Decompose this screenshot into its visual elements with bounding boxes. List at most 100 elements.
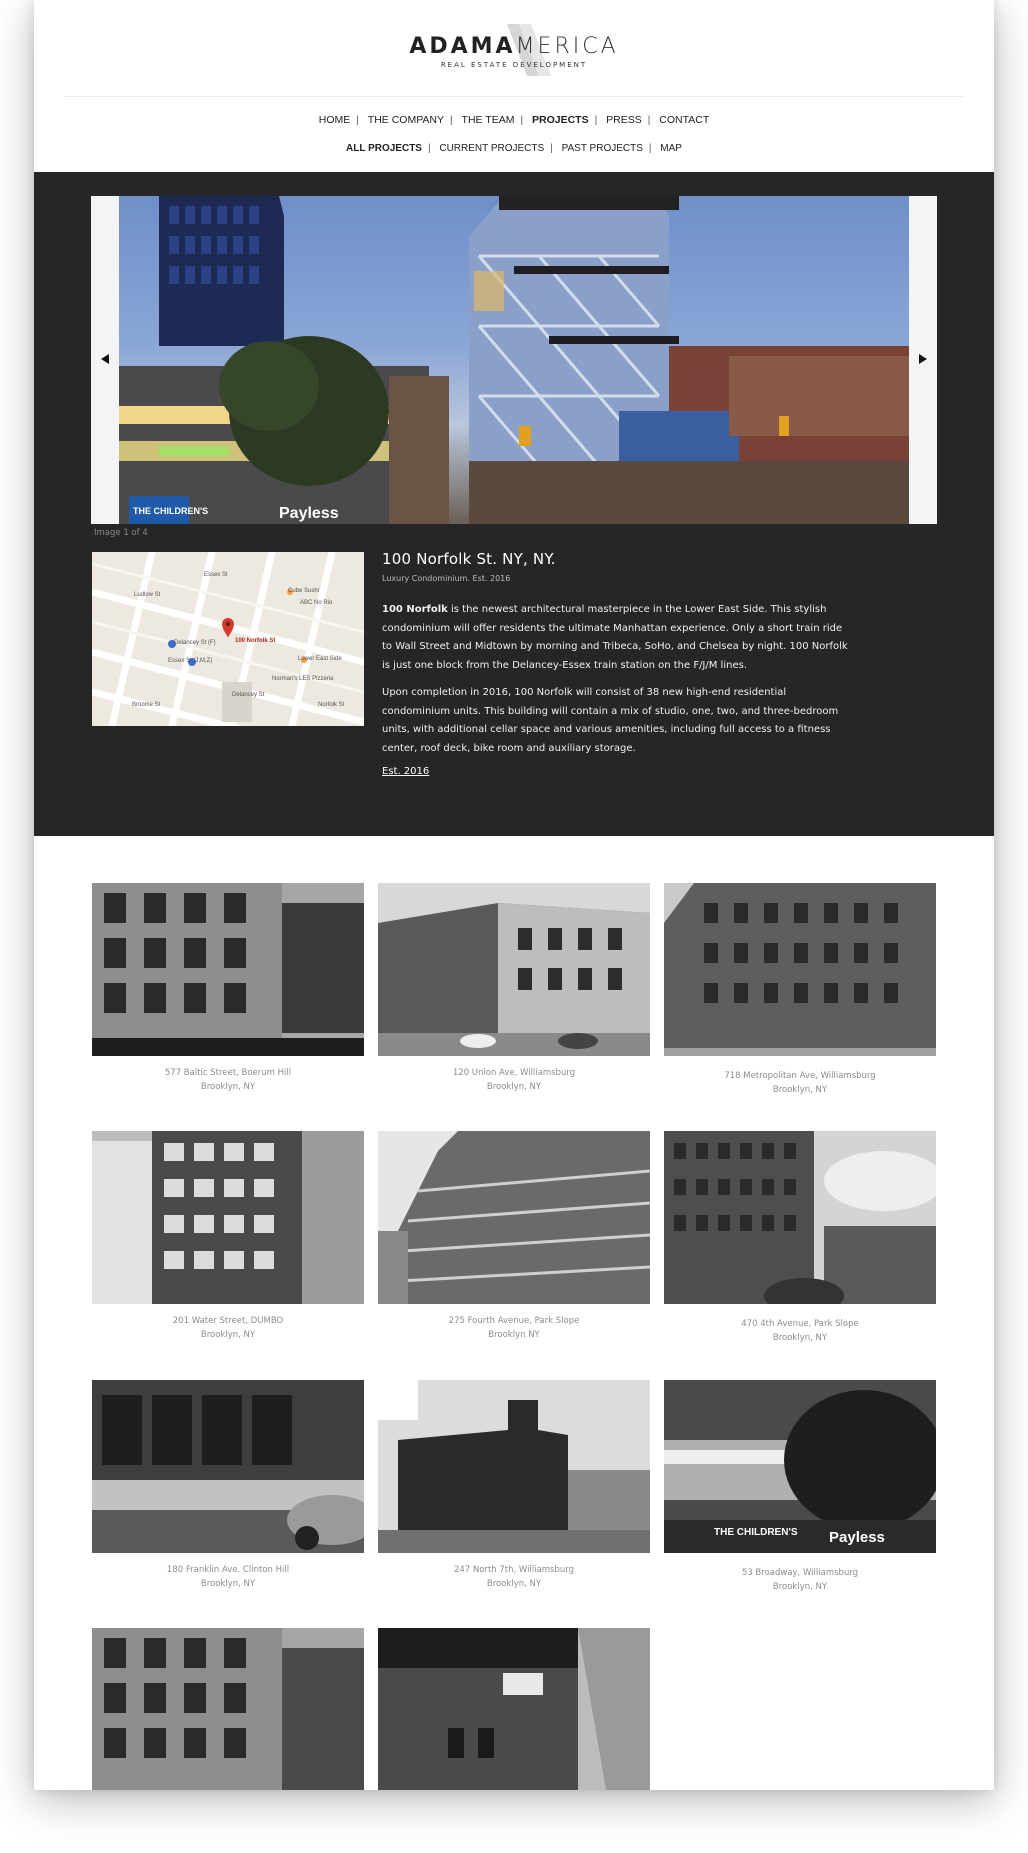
map-label: Cube Sushi — [288, 588, 320, 594]
project-card[interactable]: 470 4th Avenue, Park Slope Brooklyn, NY — [664, 1131, 936, 1345]
project-card[interactable]: 120 Union Ave, Williamsburg Brooklyn, NY — [378, 883, 650, 1094]
project-caption: 201 Water Street, DUMBO Brooklyn, NY — [172, 1316, 284, 1340]
site-logo[interactable]: ADAMAMERICA REAL ESTATE DEVELOPMENT — [34, 24, 994, 84]
thumb-image — [664, 883, 936, 1056]
slider-caption: Image 1 of 4 — [94, 528, 148, 538]
map-label: Broome St — [132, 702, 161, 708]
sub-nav: ALL PROJECTS | CURRENT PROJECTS | PAST PRO… — [34, 143, 994, 154]
project-card[interactable]: 718 Metropolitan Ave, Williamsburg Brookl… — [664, 883, 936, 1097]
project-description-2: Upon completion in 2016, 100 Norfolk wil… — [382, 687, 839, 754]
map-pin-label: 100 Norfolk St — [235, 638, 276, 644]
page-frame: ADAMAMERICA REAL ESTATE DEVELOPMENT HOME… — [34, 0, 994, 1790]
project-thumbnail — [92, 1380, 364, 1553]
map-label: Essex St — [204, 572, 228, 578]
nav-the-company[interactable]: THE COMPANY — [362, 114, 450, 126]
project-thumbnail — [664, 1131, 936, 1304]
slider-next-button[interactable] — [909, 196, 937, 524]
slider-prev-button[interactable] — [91, 196, 119, 524]
project-thumbnail — [92, 1131, 364, 1304]
nav-separator: | — [550, 143, 553, 154]
nav-separator: | — [427, 143, 431, 154]
triangle-left-icon — [101, 354, 109, 364]
logo-wordmark: ADAMAMERICA — [409, 34, 619, 59]
thumb-image — [92, 1131, 364, 1304]
map-label: Delancey St — [232, 692, 265, 698]
project-info: 100 Norfolk St. NY, NY. Luxury Condomini… — [382, 550, 852, 778]
svg-text:THE CHILDREN'S: THE CHILDREN'S — [714, 1527, 798, 1538]
project-thumbnail — [378, 1131, 650, 1304]
map-label: Delancey St (F) — [174, 640, 216, 646]
map-label: Norfolk St — [318, 702, 345, 708]
thumb-image — [92, 1628, 364, 1790]
map-label: Lower East Side — [298, 656, 342, 662]
nav-separator: | — [520, 115, 524, 126]
map-label: Ludlow St — [134, 592, 161, 598]
project-card[interactable] — [92, 1628, 364, 1790]
thumb-image — [378, 1131, 650, 1304]
project-card[interactable]: 247 North 7th, Williamsburg Brooklyn, NY — [378, 1380, 650, 1591]
project-caption: 247 North 7th, Williamsburg Brooklyn, NY — [453, 1565, 575, 1589]
nav-contact[interactable]: CONTACT — [653, 114, 715, 126]
map-label: ABC No Rio — [300, 600, 333, 606]
project-caption: 275 Fourth Avenue, Park Slope Brooklyn NY — [448, 1316, 580, 1340]
map-streets — [92, 552, 364, 726]
triangle-right-icon — [919, 354, 927, 364]
location-map[interactable]: 100 Norfolk St Delancey St (F) Essex St … — [92, 552, 364, 726]
project-caption: 718 Metropolitan Ave, Williamsburg Brookl… — [724, 1071, 876, 1095]
thumb-image — [378, 1380, 650, 1553]
project-thumbnail — [378, 1380, 650, 1553]
project-card[interactable]: 275 Fourth Avenue, Park Slope Brooklyn NY — [378, 1131, 650, 1342]
project-caption: 470 4th Avenue, Park Slope Brooklyn, NY — [741, 1319, 859, 1343]
thumb-image — [378, 1628, 650, 1790]
project-caption: 120 Union Ave, Williamsburg Brooklyn, NY — [452, 1068, 576, 1092]
slide-photo: THE CHILDREN'S Payless — [119, 196, 909, 524]
main-nav: HOME | THE COMPANY | THE TEAM | PROJECTS | P… — [34, 114, 994, 126]
thumb-image — [378, 883, 650, 1056]
project-caption: 53 Broadway, Williamsburg Brooklyn, NY — [741, 1568, 859, 1592]
nav-separator: | — [356, 115, 359, 126]
subnav-all-projects[interactable]: ALL PROJECTS — [340, 143, 428, 154]
header-divider — [64, 96, 964, 97]
subnav-map[interactable]: MAP — [654, 143, 688, 154]
thumb-image: THE CHILDREN'S Payless — [664, 1380, 936, 1553]
thumb-image — [664, 1131, 936, 1304]
nav-projects[interactable]: PROJECTS — [526, 114, 595, 126]
svg-text:Payless: Payless — [279, 505, 339, 522]
nav-separator: | — [648, 143, 652, 154]
thumb-image — [92, 883, 364, 1056]
subnav-past-projects[interactable]: PAST PROJECTS — [556, 143, 649, 154]
nav-separator: | — [450, 115, 453, 126]
project-card[interactable] — [378, 1628, 650, 1790]
nav-separator: | — [594, 115, 598, 126]
project-card[interactable]: 180 Franklin Ave. Clinton Hill Brooklyn, … — [92, 1380, 364, 1591]
project-card[interactable]: 201 Water Street, DUMBO Brooklyn, NY — [92, 1131, 364, 1342]
project-thumbnail — [92, 1628, 364, 1790]
building-photo-illustration: THE CHILDREN'S Payless — [119, 196, 909, 524]
svg-text:Payless: Payless — [829, 1529, 885, 1546]
project-thumbnail — [378, 1628, 650, 1790]
project-title: 100 Norfolk St. NY, NY. — [382, 550, 556, 568]
project-thumbnail — [378, 883, 650, 1056]
logo-tagline: REAL ESTATE DEVELOPMENT — [440, 61, 588, 69]
nav-home[interactable]: HOME — [313, 114, 357, 126]
project-card[interactable]: 577 Baltic Street, Boerum Hill Brooklyn, … — [92, 883, 364, 1094]
project-caption: 577 Baltic Street, Boerum Hill Brooklyn, … — [164, 1068, 292, 1092]
project-card[interactable]: THE CHILDREN'S Payless 53 Broadway, Will… — [664, 1380, 936, 1594]
subnav-current-projects[interactable]: CURRENT PROJECTS — [433, 143, 550, 154]
project-description: 100 Norfolk is the newest architectural … — [382, 604, 848, 671]
nav-separator: | — [647, 115, 651, 126]
project-caption: 180 Franklin Ave. Clinton Hill Brooklyn, … — [166, 1565, 290, 1589]
project-subtitle: Luxury Condominium. Est. 2016 — [382, 574, 511, 583]
map-label: Essex St (J,M,Z) — [168, 658, 213, 664]
nav-press[interactable]: PRESS — [600, 114, 648, 126]
est-link[interactable]: Est. 2016 — [382, 766, 429, 777]
thumb-image — [92, 1380, 364, 1553]
project-thumbnail — [664, 883, 936, 1056]
image-slider: THE CHILDREN'S Payless — [91, 196, 937, 524]
project-thumbnail — [92, 883, 364, 1056]
nav-the-team[interactable]: THE TEAM — [456, 114, 521, 126]
project-detail-section: THE CHILDREN'S Payless Image 1 of 4 100 … — [34, 172, 994, 836]
svg-text:THE CHILDREN'S: THE CHILDREN'S — [133, 506, 208, 516]
map-label: Norman's LES Pizzeria — [272, 676, 334, 682]
project-thumbnail: THE CHILDREN'S Payless — [664, 1380, 936, 1553]
